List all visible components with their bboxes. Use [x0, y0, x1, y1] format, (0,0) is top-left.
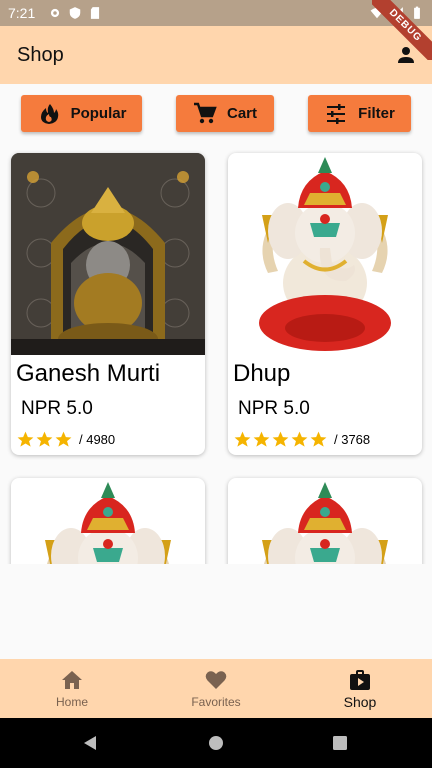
product-card[interactable]: [11, 478, 205, 564]
nav-label-home: Home: [55, 695, 88, 709]
tune-icon: [327, 103, 346, 124]
product-rating: / 3768: [233, 430, 370, 449]
star-icon: [291, 431, 308, 447]
popular-button[interactable]: Popular: [21, 95, 142, 132]
product-image-ganesh-illustration: [11, 478, 205, 564]
star-icon: [55, 431, 72, 447]
filter-label: Filter: [358, 105, 395, 122]
sd-card-icon: [90, 7, 100, 19]
shop-bag-icon: [350, 670, 370, 690]
product-image-ganesh-illustration: [228, 153, 422, 355]
product-image-ganesh-illustration: [228, 478, 422, 564]
home-circle-icon[interactable]: [208, 735, 224, 751]
product-name: Ganesh Murti: [16, 360, 161, 387]
star-icon: [310, 431, 327, 447]
star-icon: [17, 431, 34, 447]
rating-count: / 4980: [79, 432, 116, 447]
status-time: 7:21: [8, 5, 36, 21]
app-bar: Shop: [0, 26, 432, 84]
star-icon: [272, 431, 289, 447]
product-grid[interactable]: Ganesh Murti NPR 5.0 / 4980 Dhup NPR 5.0…: [0, 142, 432, 564]
action-buttons-row: Popular Cart Filter: [0, 95, 432, 133]
cart-button[interactable]: Cart: [176, 95, 274, 132]
nav-label-favorites: Favorites: [191, 695, 241, 709]
back-icon[interactable]: [82, 735, 98, 751]
debug-banner-clip: DEBUG: [372, 0, 432, 60]
filter-button[interactable]: Filter: [308, 95, 411, 132]
star-icon: [234, 431, 251, 447]
product-card[interactable]: Dhup NPR 5.0 / 3768: [228, 153, 422, 455]
system-navigation-bar: [0, 718, 432, 768]
product-rating: / 4980: [16, 430, 115, 449]
popular-label: Popular: [70, 105, 127, 122]
cart-icon: [193, 102, 217, 123]
home-icon: [62, 671, 82, 689]
star-icon: [253, 431, 270, 447]
nav-item-favorites[interactable]: Favorites: [144, 659, 288, 718]
product-name: Dhup: [233, 360, 291, 387]
product-card[interactable]: [228, 478, 422, 564]
heart-icon: [205, 671, 227, 689]
status-bar: 7:21: [0, 0, 432, 26]
cart-label: Cart: [226, 105, 257, 122]
rating-count: / 3768: [334, 432, 371, 447]
settings-gear-icon: [50, 8, 60, 18]
recents-icon[interactable]: [332, 735, 348, 751]
bottom-navigation: Home Favorites Shop: [0, 659, 432, 718]
page-title: Shop: [17, 44, 64, 66]
nav-item-shop[interactable]: Shop: [288, 659, 432, 718]
star-icon: [36, 431, 53, 447]
product-price: NPR 5.0: [21, 398, 93, 419]
product-card[interactable]: Ganesh Murti NPR 5.0 / 4980: [11, 153, 205, 455]
play-protect-icon: [69, 7, 81, 19]
debug-banner: DEBUG: [372, 0, 432, 60]
nav-item-home[interactable]: Home: [0, 659, 144, 718]
fire-icon: [40, 103, 58, 124]
nav-label-shop: Shop: [343, 694, 377, 710]
product-price: NPR 5.0: [238, 398, 310, 419]
product-image-temple-idol: [11, 153, 205, 355]
